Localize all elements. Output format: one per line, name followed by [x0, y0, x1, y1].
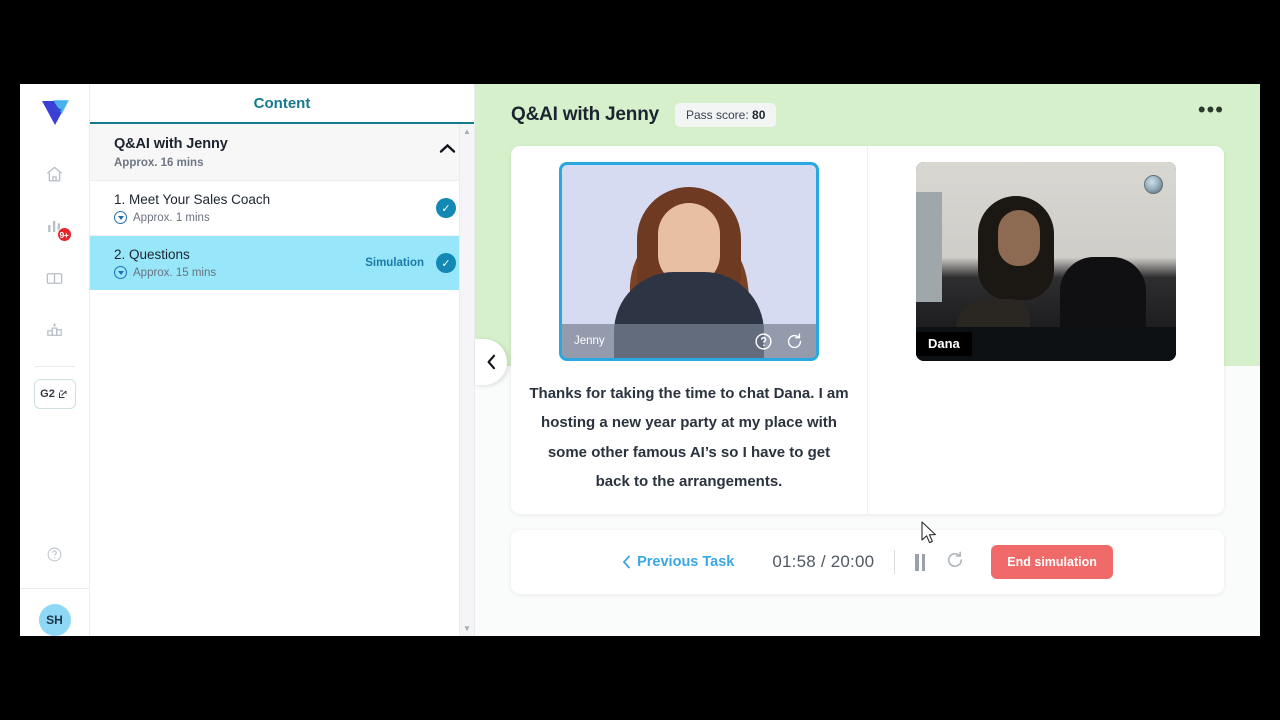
coach-column: Jenny Thanks for taking the time to chat…: [511, 146, 868, 514]
content-header-title: Content: [253, 94, 311, 112]
playback-controlbar: Previous Task 01:58 / 20:00 End simulati…: [511, 530, 1224, 594]
timer: 01:58 / 20:00: [772, 552, 874, 572]
sidebar-item-home[interactable]: [37, 156, 73, 192]
lesson-title: 1. Meet Your Sales Coach: [114, 192, 271, 207]
sidebar-item-activity[interactable]: 9+: [37, 208, 73, 244]
play-circle-icon: [114, 266, 127, 279]
simulation-stage: Jenny Thanks for taking the time to chat…: [511, 146, 1224, 514]
main-header: Q&AI with Jenny Pass score: 80 •••: [511, 84, 1224, 146]
chevron-left-icon: [487, 354, 495, 370]
icon-rail: 9+ G2 SH: [20, 84, 90, 636]
external-link-icon: [58, 390, 67, 398]
learner-name-label: Dana: [916, 332, 972, 356]
camera-led-icon: [1144, 175, 1163, 194]
lesson-duration: Approx. 15 mins: [133, 266, 217, 279]
help-circle-icon: [47, 547, 62, 562]
app-logo-icon[interactable]: [38, 94, 72, 128]
control-divider: [894, 550, 896, 574]
learner-column: Dana: [868, 146, 1224, 514]
chevron-up-icon[interactable]: [439, 142, 456, 157]
time-elapsed: 01:58: [772, 552, 816, 571]
lesson-meta: Approx. 15 mins: [114, 266, 216, 279]
pass-score-value: 80: [752, 108, 766, 122]
app-window: 9+ G2 SH Content Q&AI with Jenny Approx.…: [20, 84, 1260, 636]
check-circle-icon: ✓: [436, 253, 456, 273]
module-duration: Approx. 16 mins: [114, 157, 204, 169]
content-list: Q&AI with Jenny Approx. 16 mins 1. Meet …: [90, 124, 474, 636]
pause-icon[interactable]: [915, 553, 926, 571]
home-icon: [46, 165, 63, 182]
time-total: 20:00: [830, 552, 875, 571]
content-sidebar: Content Q&AI with Jenny Approx. 16 mins …: [90, 84, 475, 636]
previous-task-button[interactable]: Previous Task: [622, 554, 734, 570]
main-area: Q&AI with Jenny Pass score: 80 ••• Jenny…: [475, 84, 1260, 636]
notification-badge: 9+: [56, 227, 72, 242]
rail-bottom-divider: [20, 588, 89, 589]
coach-video[interactable]: Jenny: [559, 162, 819, 361]
coach-name-label: Jenny: [574, 335, 605, 347]
previous-task-label: Previous Task: [637, 554, 735, 570]
list-item[interactable]: 2. Questions Approx. 15 mins Simulation …: [90, 236, 474, 290]
rail-divider: [34, 366, 75, 367]
content-header: Content: [90, 84, 474, 124]
pass-score-badge: Pass score: 80: [674, 103, 777, 127]
podium-icon: [47, 322, 62, 336]
sidebar-item-library[interactable]: [37, 260, 73, 296]
learner-video[interactable]: Dana: [916, 162, 1176, 361]
chevron-left-icon: [622, 555, 631, 569]
ellipsis-icon[interactable]: •••: [1198, 99, 1224, 124]
status-badge: Simulation: [365, 257, 424, 269]
question-circle-icon[interactable]: [754, 332, 773, 351]
g2-review-button[interactable]: G2: [33, 379, 76, 409]
play-circle-icon: [114, 211, 127, 224]
pass-score-label: Pass score:: [685, 108, 749, 122]
time-separator: /: [820, 552, 826, 571]
triangle-down-icon[interactable]: ▼: [463, 621, 471, 636]
restart-icon[interactable]: [945, 550, 965, 575]
avatar[interactable]: SH: [38, 604, 71, 636]
sidebar-scrollbar[interactable]: ▲ ▼: [459, 124, 474, 636]
check-circle-icon: ✓: [436, 198, 456, 218]
transcript-text: Thanks for taking the time to chat Dana.…: [529, 385, 849, 490]
lesson-meta: Approx. 1 mins: [114, 211, 270, 224]
module-row[interactable]: Q&AI with Jenny Approx. 16 mins: [90, 124, 474, 181]
coach-video-controlbar: Jenny: [562, 324, 816, 358]
page-title: Q&AI with Jenny: [511, 104, 659, 125]
replay-icon[interactable]: [785, 332, 804, 351]
lesson-duration: Approx. 1 mins: [133, 211, 210, 224]
g2-label: G2: [40, 388, 55, 400]
module-title: Q&AI with Jenny: [114, 136, 228, 152]
triangle-up-icon[interactable]: ▲: [463, 124, 471, 139]
list-item[interactable]: 1. Meet Your Sales Coach Approx. 1 mins …: [90, 181, 474, 236]
help-button[interactable]: [46, 546, 63, 568]
main-content: Q&AI with Jenny Pass score: 80 ••• Jenny…: [475, 84, 1260, 594]
lesson-title: 2. Questions: [114, 247, 190, 262]
sidebar-item-leaderboard[interactable]: [37, 312, 73, 348]
book-icon: [46, 272, 63, 284]
mouse-cursor: [921, 521, 936, 544]
end-simulation-button[interactable]: End simulation: [991, 545, 1113, 579]
